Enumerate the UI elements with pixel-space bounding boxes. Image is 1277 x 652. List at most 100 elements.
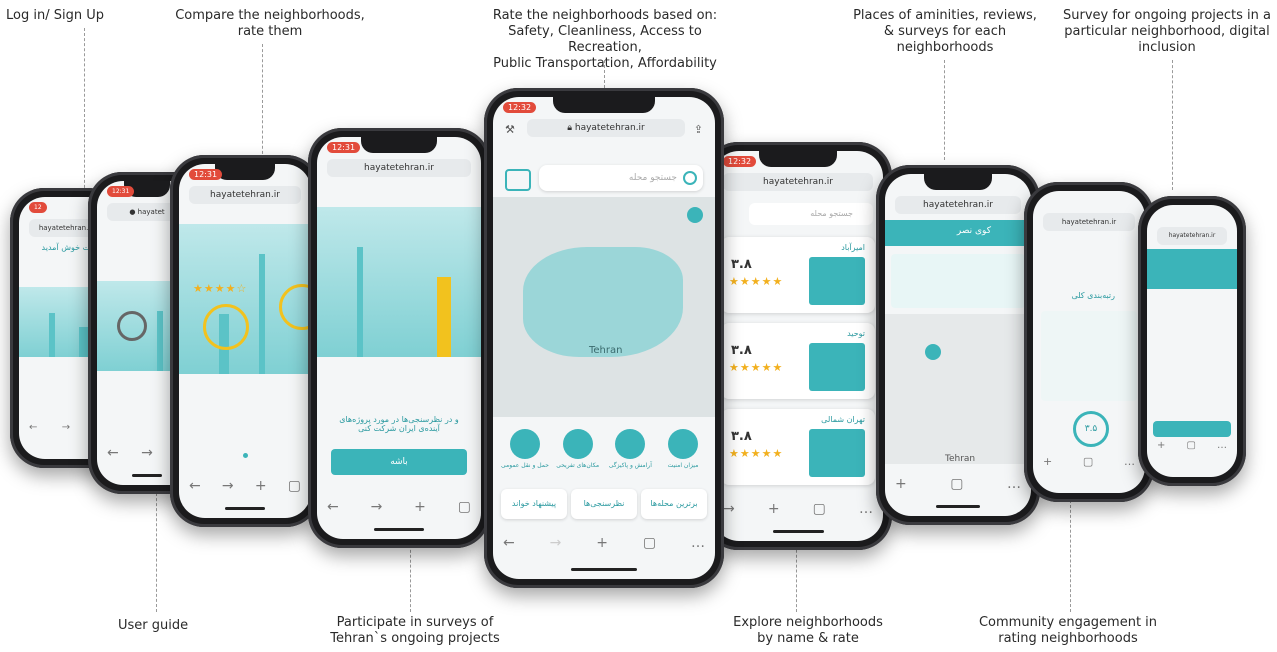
- caption-explore: Explore neighborhoods by name & rate: [733, 615, 883, 646]
- neighborhood-name: تهران شمالی: [821, 415, 865, 424]
- tabs-icon[interactable]: ▢: [950, 476, 963, 492]
- neighborhood-score: ۳.۸: [731, 429, 752, 444]
- ok-button[interactable]: باشه: [331, 449, 467, 475]
- tehran-districts-map[interactable]: [523, 247, 683, 357]
- forward-icon[interactable]: →: [371, 499, 383, 515]
- url-bar[interactable]: hayatetehran.ir: [1157, 227, 1227, 245]
- add-icon[interactable]: +: [596, 535, 608, 551]
- more-icon[interactable]: …: [1217, 440, 1227, 451]
- browser-nav: → + ▢ …: [723, 499, 873, 519]
- search-input[interactable]: جستجو محله: [749, 203, 873, 225]
- more-icon[interactable]: …: [1124, 455, 1135, 468]
- more-icon[interactable]: …: [1007, 476, 1021, 492]
- back-icon[interactable]: ←: [29, 422, 37, 433]
- caption-user-guide: User guide: [118, 618, 189, 633]
- neighborhood-name: توحید: [847, 329, 865, 338]
- forward-icon[interactable]: →: [141, 445, 153, 461]
- caption-survey-projects: Survey for ongoing projects in a particu…: [1063, 8, 1271, 55]
- neighborhood-thumbnail: [809, 343, 865, 391]
- neighborhood-title: کوی نصر: [956, 226, 991, 236]
- share-icon[interactable]: ⇪: [694, 123, 703, 136]
- map-view[interactable]: Tehran: [493, 197, 715, 417]
- category-item[interactable]: میزان امنیت: [659, 429, 707, 481]
- rating-stars: ★★★★★: [729, 361, 784, 374]
- url-bar[interactable]: hayatetehran.ir: [723, 173, 873, 191]
- category-item[interactable]: مکان‌های تفریحی: [554, 429, 602, 481]
- status-time: 12:31: [107, 186, 135, 197]
- back-icon[interactable]: ←: [327, 499, 339, 515]
- leader-line: [1070, 500, 1071, 612]
- category-label: آرامش و پاکیزگی: [608, 462, 652, 469]
- map-view[interactable]: [885, 314, 1031, 464]
- rating-stars: ★★★★☆: [193, 282, 248, 295]
- browser-nav: ← → + ▢: [189, 476, 301, 496]
- tab-2[interactable]: برترین محله‌ها: [641, 489, 707, 519]
- forward-icon[interactable]: →: [550, 535, 562, 551]
- screen: hayatetehran.ir + ▢ …: [1147, 205, 1237, 477]
- url-text: hayatetehran.ir: [574, 123, 645, 133]
- add-icon[interactable]: +: [255, 478, 267, 494]
- back-icon[interactable]: ←: [503, 535, 515, 551]
- tabs-icon[interactable]: ▢: [1083, 455, 1093, 468]
- map-label: Tehran: [589, 345, 623, 356]
- more-icon[interactable]: …: [691, 535, 705, 551]
- phone-participate: 12:31 hayatetehran.ir و در نظرسنجی‌ها در…: [308, 128, 490, 548]
- leader-line: [604, 60, 605, 88]
- map-pin-icon[interactable]: [925, 344, 941, 360]
- forward-icon[interactable]: →: [723, 501, 735, 517]
- neighborhood-score: ۳.۸: [731, 343, 752, 358]
- caption-community: Community engagement in rating neighborh…: [978, 615, 1158, 646]
- category-item[interactable]: حمل و نقل عمومی: [501, 429, 549, 481]
- pagination-dot: [243, 453, 248, 458]
- search-icon[interactable]: [683, 171, 697, 185]
- category-label: میزان امنیت: [667, 462, 699, 469]
- phone-community: hayatetehran.ir رتبه‌بندی کلی ۳.۵ + ▢…: [1024, 182, 1154, 502]
- wrench-icon[interactable]: ⚒: [505, 123, 515, 136]
- add-icon[interactable]: +: [1157, 440, 1165, 451]
- category-icon: [562, 429, 593, 459]
- browser-nav: + ▢ …: [895, 474, 1021, 494]
- add-icon[interactable]: +: [768, 501, 780, 517]
- url-bar[interactable]: hayatetehran.ir: [1043, 213, 1135, 231]
- screen: 12:31 hayatetehran.ir و در نظرسنجی‌ها در…: [317, 137, 481, 539]
- more-icon[interactable]: …: [859, 501, 873, 517]
- tabs-icon[interactable]: ▢: [1186, 440, 1195, 451]
- lock-icon: 🔒︎: [567, 123, 575, 133]
- url-bar[interactable]: hayatetehran.ir: [895, 196, 1021, 214]
- tabs-icon[interactable]: ▢: [813, 501, 826, 517]
- category-row: حمل و نقل عمومی مکان‌های تفریحی آرامش و پا…: [501, 429, 707, 481]
- leader-line: [410, 540, 411, 612]
- menu-icon[interactable]: [505, 169, 531, 191]
- url-bar[interactable]: hayatetehran.ir: [189, 186, 301, 204]
- add-icon[interactable]: +: [895, 476, 907, 492]
- tab-0[interactable]: پیشنهاد خواند: [501, 489, 567, 519]
- locate-icon[interactable]: [687, 207, 703, 223]
- category-icon: [510, 429, 540, 459]
- back-icon[interactable]: ←: [189, 478, 201, 494]
- rating-stars: ★★★★★: [729, 275, 784, 288]
- screen: 12:32 ⚒ 🔒︎ hayatetehran.ir ⇪ جستجو محله …: [493, 97, 715, 579]
- add-icon[interactable]: +: [1043, 455, 1052, 468]
- forward-icon[interactable]: →: [222, 478, 234, 494]
- category-item[interactable]: آرامش و پاکیزگی: [606, 429, 654, 481]
- back-icon[interactable]: ←: [107, 445, 119, 461]
- tabs-icon[interactable]: ▢: [288, 478, 301, 494]
- neighborhood-score: ۳.۸: [731, 257, 752, 272]
- add-icon[interactable]: +: [414, 499, 426, 515]
- phone-places: hayatetehran.ir کوی نصر Tehran + ▢…: [876, 165, 1040, 525]
- browser-nav: ← → + ▢: [327, 497, 471, 517]
- tab-1[interactable]: نظرسنجی‌ها: [571, 489, 637, 519]
- category-label: حمل و نقل عمومی: [501, 462, 549, 469]
- list-item[interactable]: امیرآباد ۳.۸ ★★★★★: [721, 237, 875, 313]
- forward-icon[interactable]: →: [62, 422, 70, 433]
- search-input[interactable]: جستجو محله: [539, 165, 703, 191]
- list-item[interactable]: توحید ۳.۸ ★★★★★: [721, 323, 875, 399]
- list-item[interactable]: تهران شمالی ۳.۸ ★★★★★: [721, 409, 875, 485]
- caption-compare: Compare the neighborhoods, rate them: [175, 8, 365, 39]
- url-bar[interactable]: 🔒︎ hayatetehran.ir: [527, 119, 685, 137]
- survey-text: و در نظرسنجی‌ها در مورد پروژه‌های آینده‌…: [339, 415, 459, 433]
- screen: hayatetehran.ir رتبه‌بندی کلی ۳.۵ + ▢…: [1033, 191, 1145, 493]
- tabs-icon[interactable]: ▢: [643, 535, 656, 551]
- url-bar[interactable]: hayatetehran.ir: [327, 159, 471, 177]
- tabs-icon[interactable]: ▢: [458, 499, 471, 515]
